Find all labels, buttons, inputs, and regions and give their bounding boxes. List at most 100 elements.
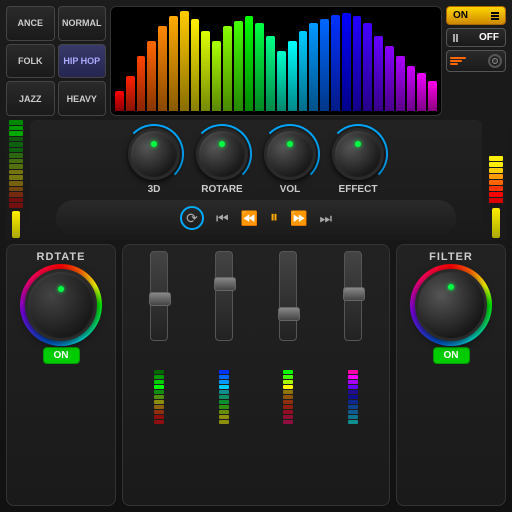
level-segment-right [489,198,503,203]
knob-item-effect: EFFECT [332,128,384,195]
transport-prev[interactable]: ⏪ [241,210,258,227]
eq-bar [212,41,221,111]
meter-segment [219,420,229,424]
slider-thumb-0[interactable] [149,292,171,306]
filter-knob[interactable] [415,269,487,341]
eq-bar [309,23,318,111]
on-button[interactable]: ON [446,6,506,25]
pause-icon-small [453,34,458,42]
knob-vol[interactable] [264,128,316,180]
genre-btn-folk[interactable]: FOLK [6,44,55,79]
eq-bar [137,56,146,111]
slider-track-3 [344,251,362,341]
meter-segment [348,370,358,374]
meter-segment [219,390,229,394]
meter-segment [154,385,164,389]
meter-segment [154,410,164,414]
level-segment-right [489,156,503,161]
eq-bar [396,56,405,111]
filter-on-badge[interactable]: ON [433,347,470,364]
filter-title: FILTER [429,251,473,263]
transport-next[interactable]: ⏩ [290,210,307,227]
meter-segment [283,375,293,379]
meter-segment [283,400,293,404]
meter-segment [348,390,358,394]
eq-bar [201,31,210,111]
eq-bar [234,21,243,111]
eq-bar [353,16,362,111]
meter-segment [219,400,229,404]
transport-pause[interactable]: ⏸ [270,209,278,227]
knobs-area: 3D ROTARE VOL [30,120,482,240]
knob-effect[interactable] [332,128,384,180]
meter-segment [154,400,164,404]
genre-btn-jazz[interactable]: JAZZ [6,81,55,116]
slider-thumb-1[interactable] [214,277,236,291]
knob-3d[interactable] [128,128,180,180]
knob-label-3d: 3D [148,184,161,195]
eq-lines-icon [450,57,466,65]
visualizer-panel [110,6,442,116]
level-segment-left [9,164,23,169]
knob-item-rotare: ROTARE [196,128,248,195]
level-segment-right [489,168,503,173]
off-button[interactable]: OFF [446,28,506,47]
meter-segment [283,420,293,424]
meter-segment [219,395,229,399]
slider-thumb-2[interactable] [278,307,300,321]
mixer-channel [344,251,362,499]
rdtate-on-badge[interactable]: ON [43,347,80,364]
genre-btn-hiphop[interactable]: HIP HOP [58,44,107,79]
meter-segment [219,375,229,379]
level-segment-right [489,192,503,197]
eq-bar [363,23,372,111]
meter-segment [154,370,164,374]
slider-thumb-3[interactable] [343,287,365,301]
meter-segment [219,385,229,389]
eq-bar [245,16,254,111]
knob-rotare[interactable] [196,128,248,180]
level-yellow-bar-left [12,211,20,238]
top-section: ANCE NORMAL FOLK HIP HOP JAZZ HEAVY ON [6,6,506,116]
level-segment-right [489,180,503,185]
eq-bar [266,36,275,111]
meter-segment [348,415,358,419]
level-segment-left [9,198,23,203]
knob-label-rotare: ROTARE [201,184,242,195]
eq-bar [180,11,189,111]
genre-btn-heavy[interactable]: HEAVY [58,81,107,116]
transport-repeat[interactable]: ⟳ [180,206,204,230]
slider-track-2 [279,251,297,341]
level-segment-right [489,186,503,191]
level-segment-left [9,181,23,186]
rdtate-knob-wrap [25,269,97,341]
level-segment-left [9,175,23,180]
app-container: ANCE NORMAL FOLK HIP HOP JAZZ HEAVY ON [0,0,512,512]
level-segment-right [489,162,503,167]
off-label: OFF [479,32,499,43]
meter-segment [348,420,358,424]
slider-track-1 [215,251,233,341]
meter-segment [348,395,358,399]
transport-prev-start[interactable]: ⏮ [216,210,229,227]
meter-segment [154,405,164,409]
power-button[interactable] [446,50,506,72]
transport-next-end[interactable]: ⏭ [319,210,332,227]
channel-meter-3 [348,344,358,424]
channel-meter-0 [154,344,164,424]
knob-item-3d: 3D [128,128,180,195]
level-segment-left [9,131,23,136]
genre-btn-normal[interactable]: NORMAL [58,6,107,41]
mixer-channel [215,251,233,499]
eq-bar [288,41,297,111]
rdtate-knob[interactable] [25,269,97,341]
eq-bar [342,13,351,111]
eq-bar [158,26,167,111]
meter-segment [219,415,229,419]
level-segment-left [9,126,23,131]
meter-segment [348,375,358,379]
knob-item-vol: VOL [264,128,316,195]
eq-bar [417,73,426,111]
genre-btn-ance[interactable]: ANCE [6,6,55,41]
knobs-section: 3D ROTARE VOL [6,120,506,240]
